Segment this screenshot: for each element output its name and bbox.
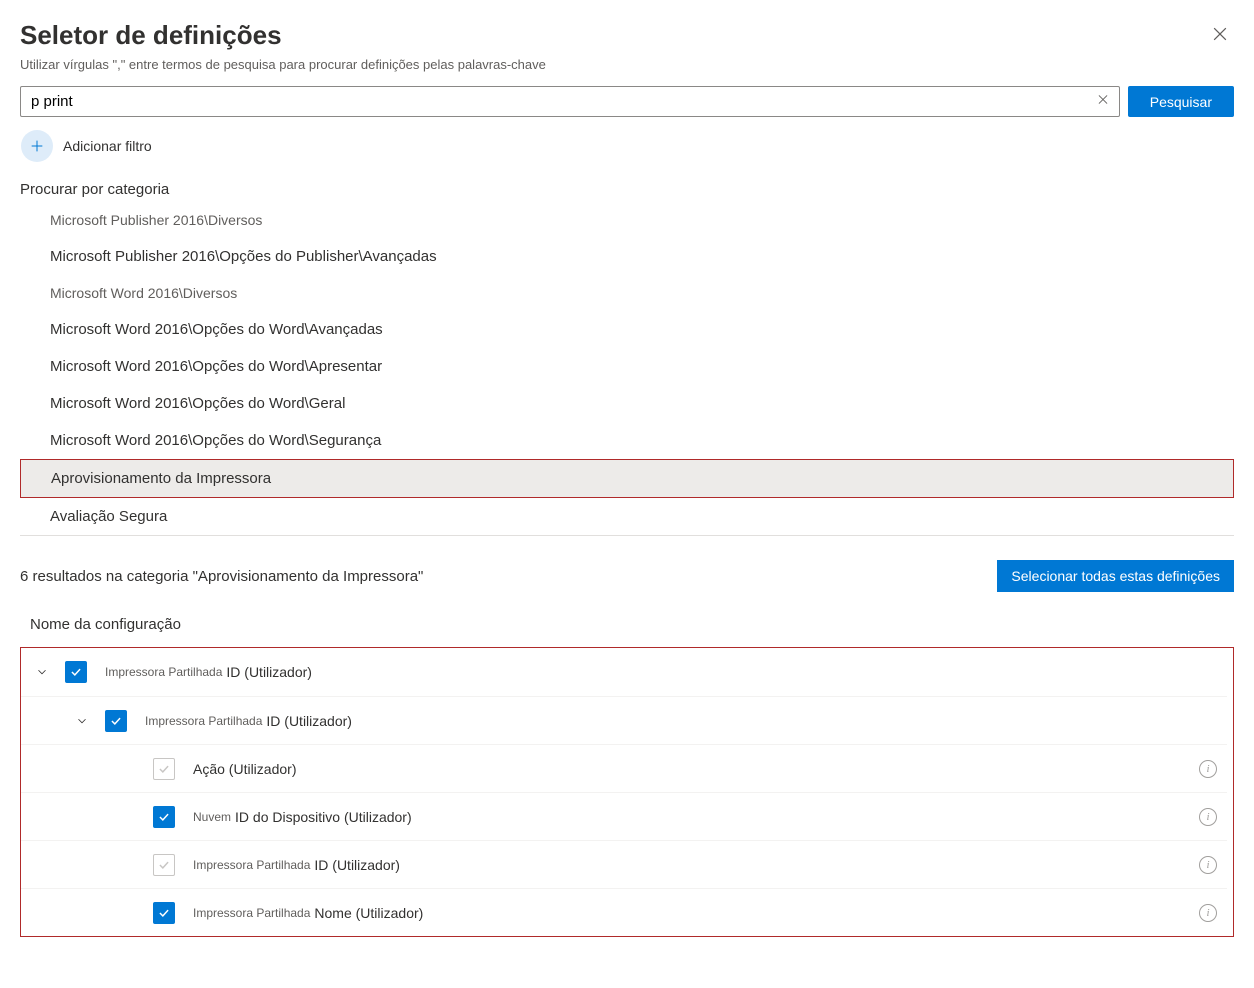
- category-item[interactable]: Aprovisionamento da Impressora: [20, 459, 1234, 498]
- info-icon[interactable]: i: [1199, 856, 1217, 874]
- tree-row: Impressora Partilhada ID (Utilizador) i: [21, 840, 1227, 888]
- chevron-down-icon[interactable]: [71, 710, 93, 732]
- checkbox[interactable]: [105, 710, 127, 732]
- checkbox[interactable]: [153, 758, 175, 780]
- category-item[interactable]: Avaliação Segura: [46, 498, 1234, 535]
- chevron-down-icon[interactable]: [31, 661, 53, 683]
- category-item[interactable]: Microsoft Word 2016\Opções do Word\Apres…: [46, 348, 1234, 385]
- category-heading: Procurar por categoria: [20, 181, 1234, 198]
- select-all-button[interactable]: Selecionar todas estas definições: [997, 560, 1234, 592]
- item-label: ID do Dispositivo (Utilizador): [235, 809, 412, 825]
- item-prefix: Nuvem: [193, 810, 231, 824]
- item-prefix: Impressora Partilhada: [105, 665, 222, 679]
- info-icon[interactable]: i: [1199, 808, 1217, 826]
- item-label: ID (Utilizador): [266, 713, 352, 729]
- settings-tree: Impressora Partilhada ID (Utilizador)Imp…: [20, 647, 1234, 937]
- checkbox[interactable]: [153, 902, 175, 924]
- checkbox[interactable]: [153, 806, 175, 828]
- search-input[interactable]: [20, 86, 1120, 117]
- tree-row: Impressora Partilhada ID (Utilizador): [21, 696, 1227, 744]
- item-label: Nome (Utilizador): [314, 905, 423, 921]
- close-button[interactable]: [1206, 20, 1234, 53]
- add-filter-button[interactable]: Adicionar filtro: [20, 129, 164, 163]
- category-list[interactable]: Microsoft Publisher 2016\DiversosMicroso…: [20, 206, 1234, 536]
- item-label: Ação (Utilizador): [193, 761, 296, 777]
- config-name-heading: Nome da configuração: [30, 616, 1234, 633]
- checkbox[interactable]: [153, 854, 175, 876]
- plus-icon: [21, 130, 53, 162]
- item-label: ID (Utilizador): [314, 857, 400, 873]
- tree-row: Impressora Partilhada Nome (Utilizador) i: [21, 888, 1227, 936]
- info-icon[interactable]: i: [1199, 904, 1217, 922]
- tree-row: Nuvem ID do Dispositivo (Utilizador) i: [21, 792, 1227, 840]
- tree-row: Impressora Partilhada ID (Utilizador): [21, 648, 1227, 696]
- category-item[interactable]: Microsoft Word 2016\Opções do Word\Geral: [46, 385, 1234, 422]
- category-item[interactable]: Microsoft Word 2016\Diversos: [46, 275, 1234, 311]
- item-label: ID (Utilizador): [226, 664, 312, 680]
- category-item[interactable]: Microsoft Publisher 2016\Diversos: [46, 206, 1234, 238]
- category-item[interactable]: Microsoft Publisher 2016\Opções do Publi…: [46, 238, 1234, 275]
- clear-search-button[interactable]: [1096, 92, 1110, 111]
- category-item[interactable]: Microsoft Word 2016\Opções do Word\Segur…: [46, 422, 1234, 459]
- item-prefix: Impressora Partilhada: [193, 858, 310, 872]
- results-count: 6 resultados na categoria "Aprovisioname…: [20, 568, 423, 585]
- clear-icon: [1096, 92, 1110, 106]
- close-icon: [1210, 24, 1230, 44]
- add-filter-label: Adicionar filtro: [63, 138, 152, 154]
- info-icon[interactable]: i: [1199, 760, 1217, 778]
- item-prefix: Impressora Partilhada: [145, 714, 262, 728]
- item-prefix: Impressora Partilhada: [193, 906, 310, 920]
- category-item[interactable]: Microsoft Word 2016\Opções do Word\Avanç…: [46, 311, 1234, 348]
- page-subtitle: Utilizar vírgulas "," entre termos de pe…: [20, 57, 546, 72]
- search-button[interactable]: Pesquisar: [1128, 86, 1234, 117]
- page-title: Seletor de definições: [20, 20, 546, 51]
- tree-row: Ação (Utilizador) i: [21, 744, 1227, 792]
- checkbox[interactable]: [65, 661, 87, 683]
